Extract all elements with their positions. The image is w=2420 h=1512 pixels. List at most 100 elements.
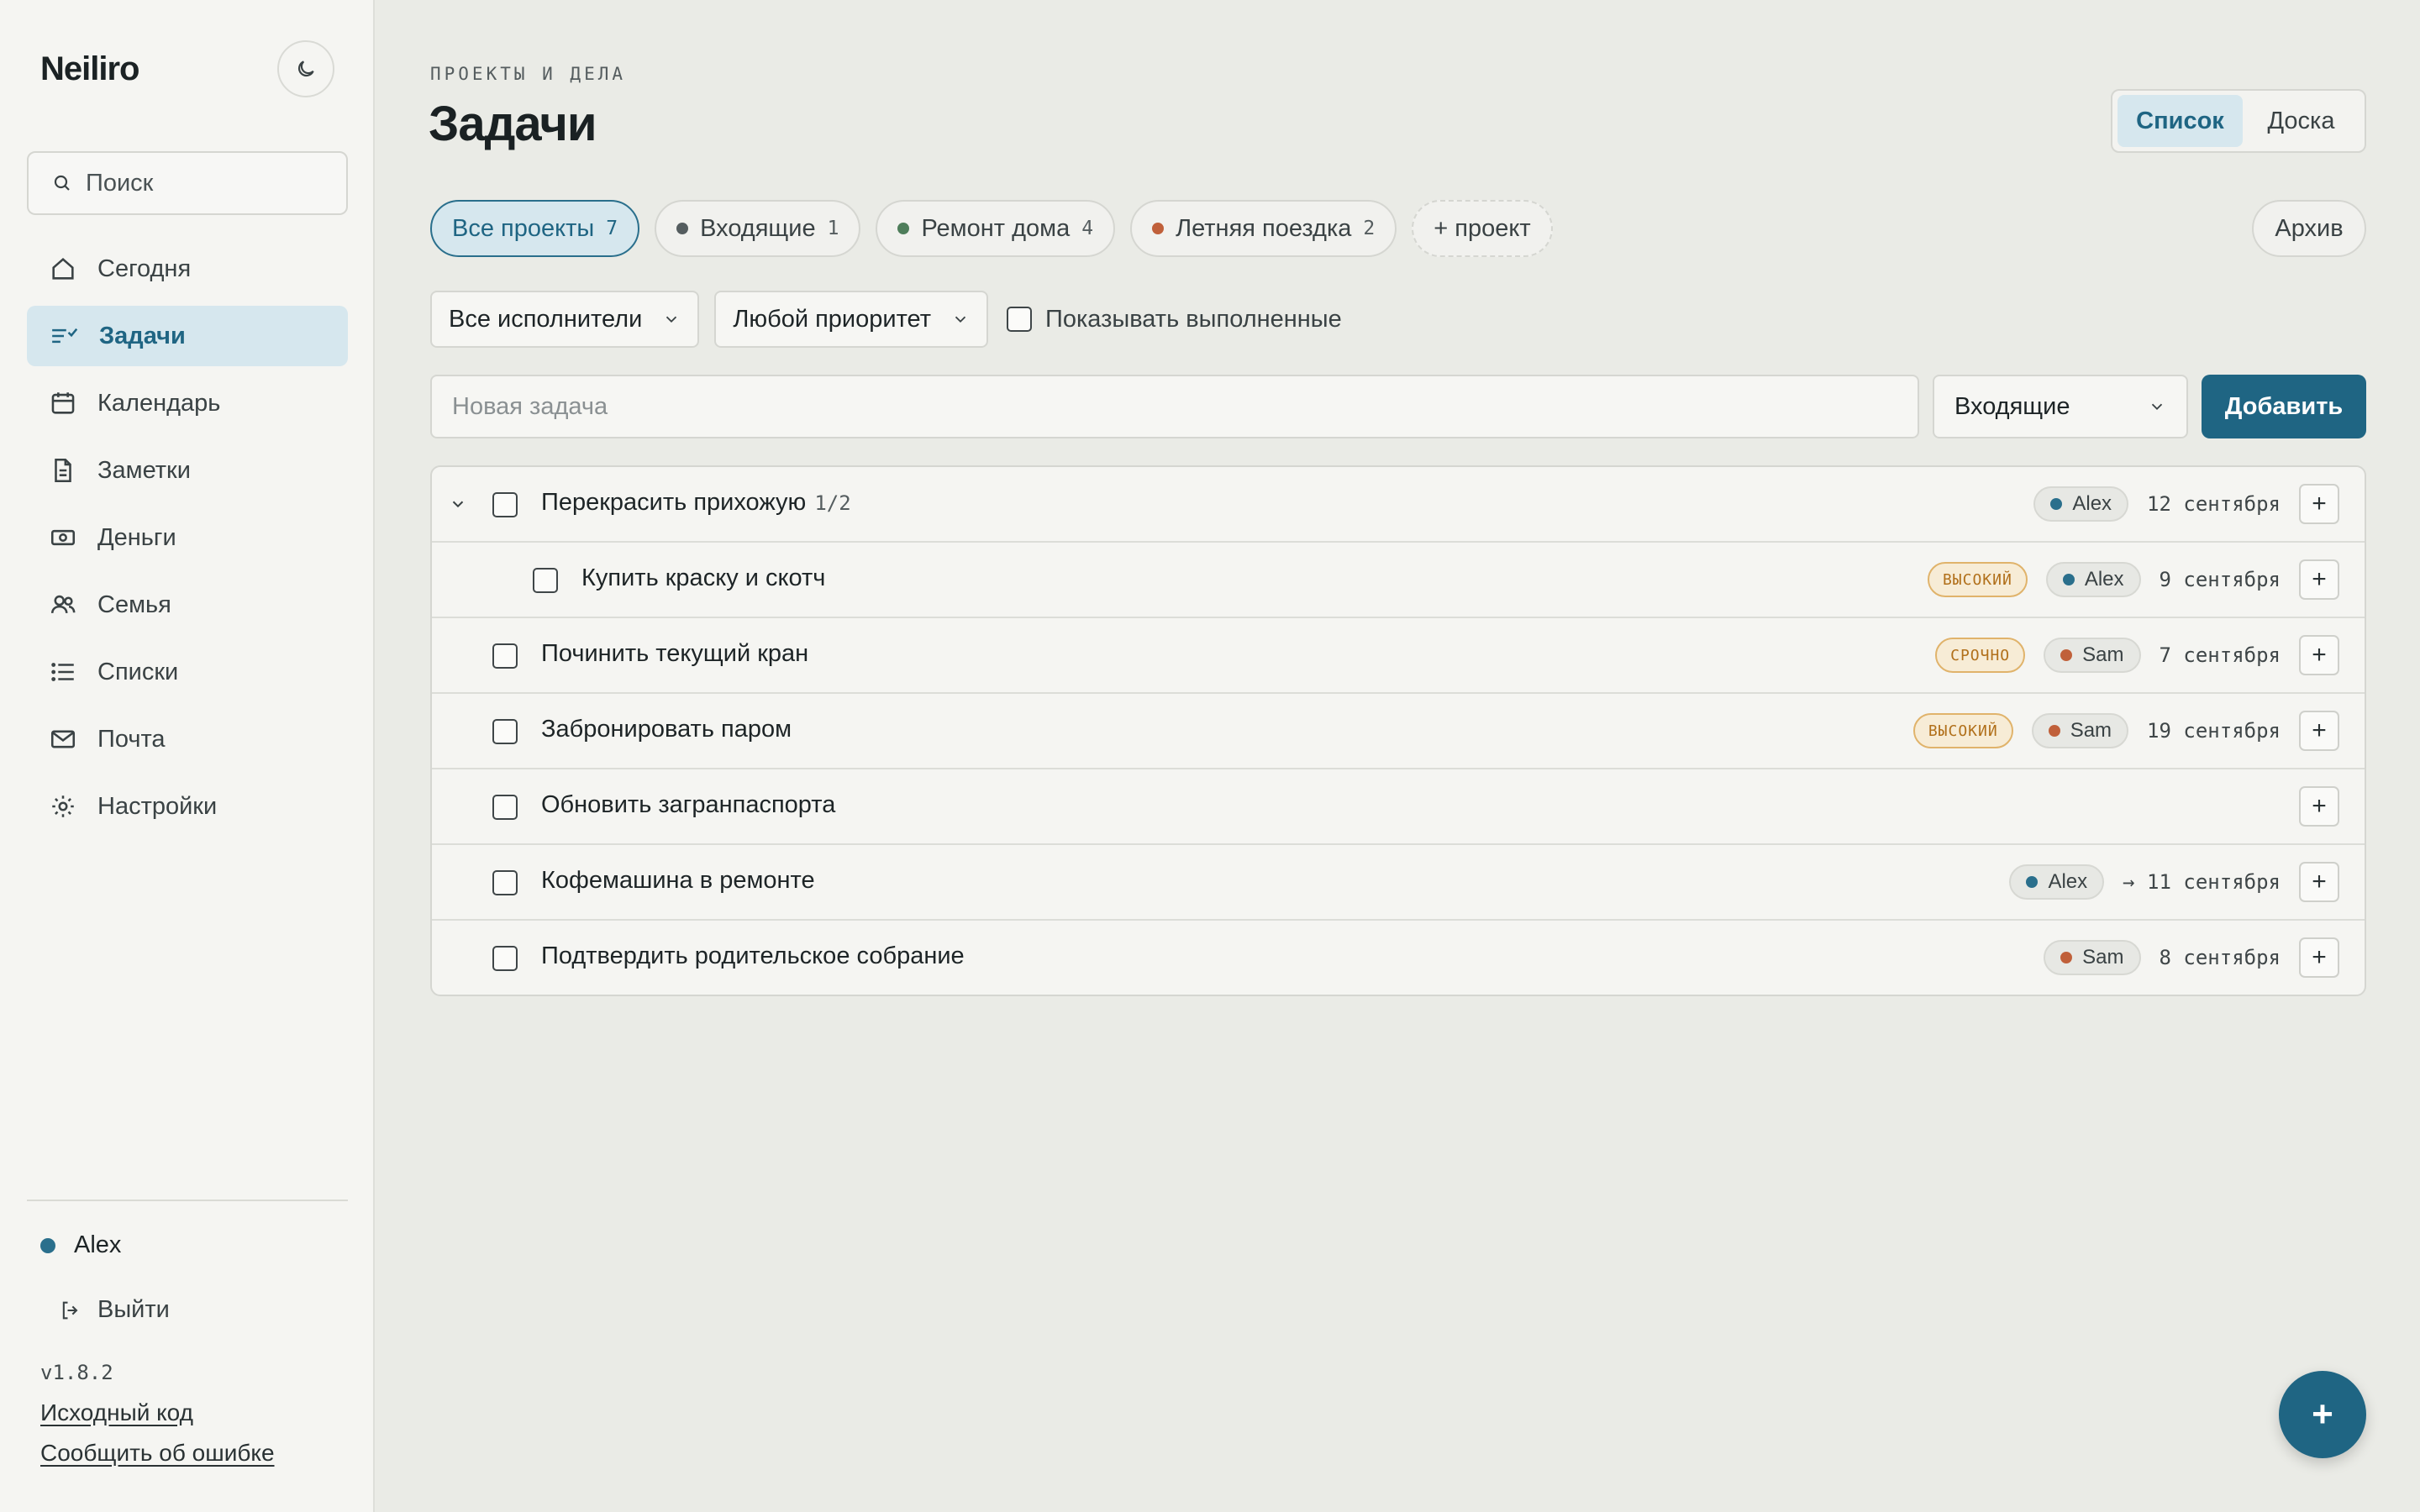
priority-select[interactable]: Любой приоритет: [714, 291, 988, 348]
current-user: Alex: [40, 1231, 121, 1259]
task-title: Забронировать паром: [541, 716, 792, 743]
page-title: Задачи: [429, 97, 597, 151]
chip-count: 2: [1363, 218, 1376, 239]
user-status-dot: [40, 1237, 55, 1253]
chip-count: 1: [827, 218, 839, 239]
add-subtask-button[interactable]: +: [2299, 862, 2339, 902]
app-logo[interactable]: Neiliro: [40, 50, 139, 88]
task-row[interactable]: Купить краску и скотч ВЫСОКИЙ Alex 9 сен…: [432, 543, 2365, 618]
task-checkbox[interactable]: [492, 643, 518, 669]
app-version: v1.8.2: [40, 1361, 113, 1384]
priority-badge: ВЫСОКИЙ: [1927, 562, 2028, 597]
project-chip-home-repair[interactable]: Ремонт дома 4: [876, 200, 1116, 257]
archive-button[interactable]: Архив: [2252, 200, 2366, 257]
new-task-project-select[interactable]: Входящие: [1933, 375, 2188, 438]
project-chip-summer-trip[interactable]: Летняя поездка 2: [1130, 200, 1397, 257]
sidebar-nav: Сегодня Задачи Календарь Заметки Деньги …: [27, 239, 348, 843]
priority-badge: СРОЧНО: [1935, 638, 2026, 673]
sidebar-item-money[interactable]: Деньги: [27, 507, 348, 568]
home-icon: [52, 257, 74, 280]
assignee-badge: Sam: [2031, 713, 2129, 748]
due-date: → 11 сентября: [2123, 870, 2281, 894]
due-date: 12 сентября: [2147, 492, 2281, 516]
task-row[interactable]: Починить текущий кран СРОЧНО Sam 7 сентя…: [432, 618, 2365, 694]
add-subtask-button[interactable]: +: [2299, 937, 2339, 978]
assignee-select[interactable]: Все исполнители: [430, 291, 700, 348]
assignee-badge: Alex: [2009, 864, 2105, 900]
sidebar-item-lists[interactable]: Списки: [27, 642, 348, 702]
report-bug-link[interactable]: Сообщить об ошибке: [40, 1440, 275, 1467]
show-completed-checkbox[interactable]: [1006, 307, 1032, 332]
task-checkbox[interactable]: [492, 719, 518, 744]
task-meta: Alex 12 сентября +: [2033, 484, 2339, 524]
sidebar-item-label: Календарь: [97, 389, 221, 417]
sidebar-divider: [27, 1200, 348, 1201]
new-task-input[interactable]: Новая задача: [430, 375, 1919, 438]
task-checkbox[interactable]: [492, 870, 518, 895]
sidebar-item-label: Сегодня: [97, 255, 192, 282]
project-chip-all[interactable]: Все проекты 7: [430, 200, 640, 257]
project-color-dot: [676, 223, 689, 234]
tasks-icon: [52, 328, 78, 344]
sidebar-item-label: Заметки: [97, 456, 191, 484]
task-meta: Alex → 11 сентября +: [2009, 862, 2339, 902]
chevron-down-icon: [955, 316, 966, 323]
task-title-text: Перекрасить прихожую: [541, 489, 807, 516]
chip-count: 7: [606, 218, 618, 239]
task-row[interactable]: Кофемашина в ремонте Alex → 11 сентября …: [432, 845, 2365, 921]
source-code-link[interactable]: Исходный код: [40, 1399, 193, 1426]
logout-button[interactable]: Выйти: [59, 1296, 170, 1324]
add-subtask-button[interactable]: +: [2299, 559, 2339, 600]
task-checkbox[interactable]: [492, 492, 518, 517]
logout-label: Выйти: [97, 1296, 170, 1323]
sidebar-item-mail[interactable]: Почта: [27, 709, 348, 769]
floating-add-button[interactable]: +: [2279, 1371, 2366, 1458]
task-row[interactable]: Перекрасить прихожую 1/2 Alex 12 сентября…: [432, 467, 2365, 543]
view-board-button[interactable]: Доска: [2243, 95, 2360, 147]
sidebar-item-today[interactable]: Сегодня: [27, 239, 348, 299]
add-task-button[interactable]: Добавить: [2202, 375, 2366, 438]
project-filter-chips: Все проекты 7 Входящие 1 Ремонт дома 4 Л…: [430, 200, 1553, 257]
chevron-down-icon[interactable]: [449, 495, 467, 513]
project-color-dot: [897, 223, 910, 234]
assignee-name: Sam: [2082, 643, 2124, 666]
money-icon: [50, 529, 76, 546]
task-checkbox[interactable]: [492, 795, 518, 820]
sidebar-item-calendar[interactable]: Календарь: [27, 373, 348, 433]
assignee-select-value: Все исполнители: [449, 305, 643, 333]
chevron-down-icon: [666, 316, 677, 323]
add-subtask-button[interactable]: +: [2299, 786, 2339, 827]
task-checkbox[interactable]: [533, 568, 558, 593]
project-chip-inbox[interactable]: Входящие 1: [655, 200, 861, 257]
sidebar-item-settings[interactable]: Настройки: [27, 776, 348, 837]
sidebar-item-family[interactable]: Семья: [27, 575, 348, 635]
view-list-button[interactable]: Список: [2118, 95, 2243, 147]
assignee-badge: Alex: [2033, 486, 2129, 522]
sidebar-item-label: Настройки: [97, 792, 218, 820]
search-input[interactable]: Поиск: [27, 151, 348, 215]
add-subtask-button[interactable]: +: [2299, 711, 2339, 751]
due-date: 9 сентября: [2159, 568, 2281, 591]
task-row[interactable]: Подтвердить родительское собрание Sam 8 …: [432, 921, 2365, 995]
due-date: 7 сентября: [2159, 643, 2281, 667]
task-title: Перекрасить прихожую 1/2: [541, 489, 851, 517]
task-checkbox[interactable]: [492, 946, 518, 971]
sidebar-item-notes[interactable]: Заметки: [27, 440, 348, 501]
gear-icon: [52, 795, 74, 817]
add-subtask-button[interactable]: +: [2299, 635, 2339, 675]
assignee-dot: [2048, 725, 2060, 737]
mail-icon: [50, 730, 76, 748]
task-row[interactable]: Забронировать паром ВЫСОКИЙ Sam 19 сентя…: [432, 694, 2365, 769]
add-project-button[interactable]: + проект: [1412, 200, 1553, 257]
document-icon: [55, 458, 71, 483]
task-title: Купить краску и скотч: [581, 564, 826, 591]
search-placeholder: Поиск: [86, 169, 154, 197]
task-row[interactable]: Обновить загранпаспорта +: [432, 769, 2365, 845]
add-subtask-button[interactable]: +: [2299, 484, 2339, 524]
sidebar-item-tasks[interactable]: Задачи: [27, 306, 348, 366]
subtask-count: 1/2: [814, 491, 851, 515]
show-completed-toggle[interactable]: Показывать выполненные: [1006, 306, 1342, 333]
task-title: Подтвердить родительское собрание: [541, 942, 965, 969]
assignee-dot: [2060, 952, 2073, 963]
theme-toggle-button[interactable]: [277, 40, 334, 97]
